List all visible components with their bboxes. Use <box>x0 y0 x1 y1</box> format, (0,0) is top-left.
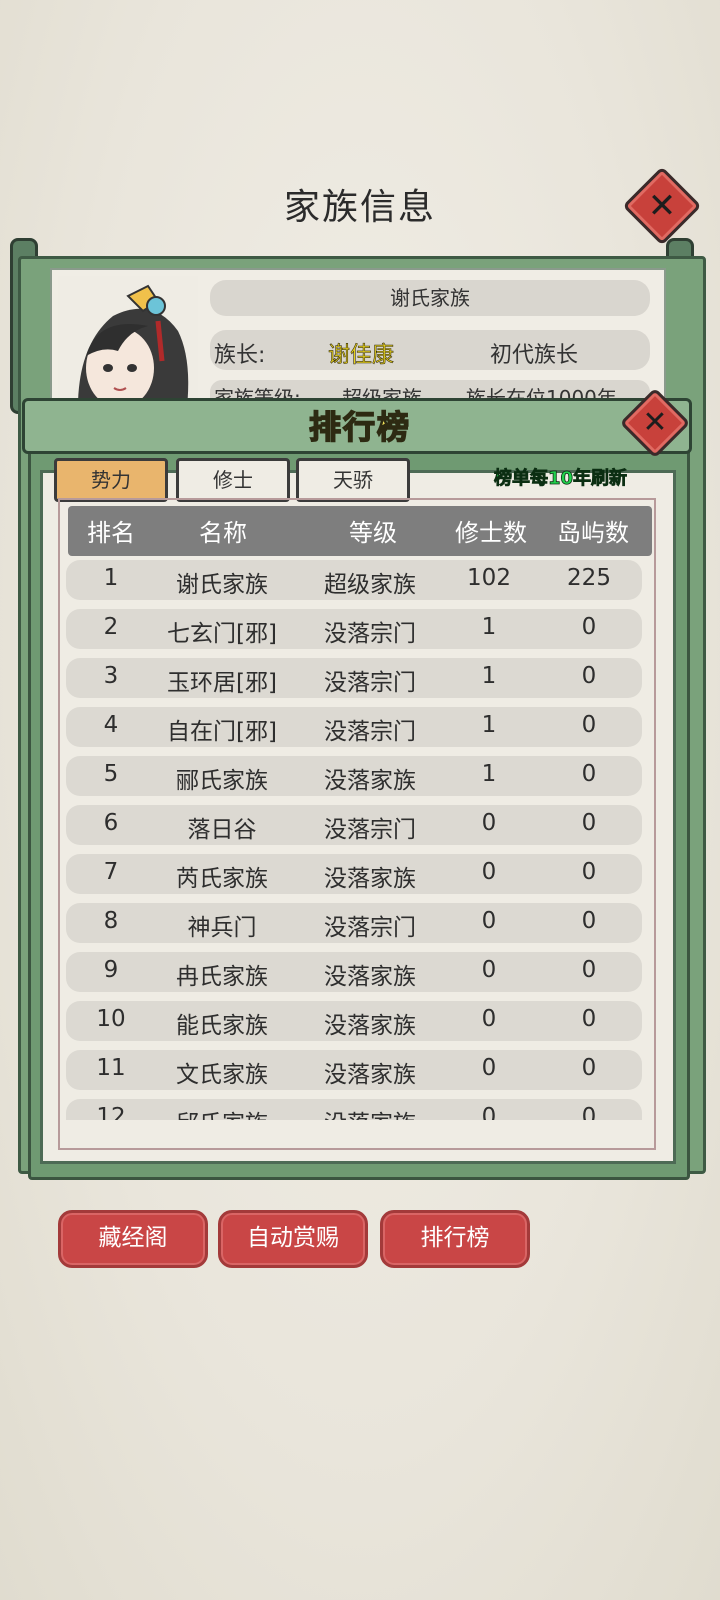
cell-islands: 0 <box>581 663 597 689</box>
cell-rank: 3 <box>103 663 119 689</box>
cell-rank: 12 <box>96 1104 126 1120</box>
cell-level: 没落家族 <box>324 964 416 990</box>
cell-name: 郦氏家族 <box>176 768 268 794</box>
tab-cultivators[interactable]: 修士 <box>176 458 290 502</box>
cell-cultivators: 0 <box>481 1055 497 1081</box>
cell-rank: 9 <box>103 957 119 983</box>
ranking-rows[interactable]: 1 谢氏家族 超级家族 102 225 2 七玄门[邪] 没落宗门 1 0 3 玉环居[邪] 没落宗门 1… <box>66 560 652 1120</box>
close-icon: ✕ <box>642 405 668 440</box>
cell-rank: 1 <box>103 565 119 591</box>
cell-cultivators: 1 <box>481 614 497 640</box>
leader-avatar <box>58 276 198 416</box>
cell-islands: 0 <box>581 614 597 640</box>
column-header: 修士数 <box>455 519 527 547</box>
cell-name: 邱氏家族 <box>162 1104 282 1120</box>
column-header: 等级 <box>349 519 397 547</box>
cell-level: 没落家族 <box>324 1013 416 1039</box>
tab-prodigies[interactable]: 天骄 <box>296 458 410 502</box>
cell-rank: 8 <box>103 908 119 934</box>
cell-islands: 0 <box>581 712 597 738</box>
cell-islands: 0 <box>581 810 597 836</box>
table-row[interactable]: 12 邱氏家族 没落家族 0 0 <box>66 1099 642 1120</box>
cell-level: 没落宗门 <box>324 817 416 843</box>
leader-name: 谢佳康 <box>328 343 395 369</box>
cell-cultivators: 1 <box>481 761 497 787</box>
cell-cultivators: 0 <box>481 1006 497 1032</box>
leader-title: 初代族长 <box>490 343 579 368</box>
refresh-note: 榜单每10年刷新 <box>494 468 628 490</box>
cell-name: 神兵门 <box>187 915 257 941</box>
column-header: 岛屿数 <box>557 519 629 547</box>
table-row[interactable]: 2 七玄门[邪] 没落宗门 1 0 <box>66 609 642 649</box>
library-button[interactable]: 藏经阁 <box>58 1210 208 1268</box>
cell-rank: 5 <box>103 761 119 787</box>
cell-cultivators: 0 <box>481 810 497 836</box>
cell-islands: 0 <box>581 1104 597 1120</box>
auto-reward-button[interactable]: 自动赏赐 <box>218 1210 368 1268</box>
cell-name: 玉环居[邪] <box>167 670 277 696</box>
cell-islands: 0 <box>581 1006 597 1032</box>
column-header: 名称 <box>199 519 247 547</box>
cell-cultivators: 0 <box>481 1104 497 1120</box>
close-icon: ✕ <box>647 186 677 226</box>
leader-label: 族长: <box>214 343 266 368</box>
cell-name: 冉氏家族 <box>176 964 268 990</box>
cell-level: 没落宗门 <box>324 621 416 647</box>
cell-level: 超级家族 <box>324 572 416 598</box>
cell-islands: 0 <box>581 908 597 934</box>
cell-cultivators: 1 <box>481 663 497 689</box>
cell-name: 七玄门[邪] <box>167 621 277 647</box>
family-name: 谢氏家族 <box>210 280 650 316</box>
cell-level: 没落家族 <box>310 1104 430 1120</box>
cell-rank: 11 <box>96 1055 126 1081</box>
cell-cultivators: 0 <box>481 859 497 885</box>
table-row[interactable]: 3 玉环居[邪] 没落宗门 1 0 <box>66 658 642 698</box>
cell-level: 没落家族 <box>324 1062 416 1088</box>
cell-name: 谢氏家族 <box>176 572 268 598</box>
cell-level: 没落家族 <box>324 866 416 892</box>
cell-islands: 0 <box>581 859 597 885</box>
cell-level: 没落宗门 <box>324 915 416 941</box>
cell-islands: 0 <box>581 761 597 787</box>
cell-islands: 0 <box>581 957 597 983</box>
cell-cultivators: 1 <box>481 712 497 738</box>
ranking-title: 排行榜 <box>308 407 411 447</box>
cell-islands: 0 <box>581 1055 597 1081</box>
tab-power[interactable]: 势力 <box>54 458 168 502</box>
cell-rank: 2 <box>103 614 119 640</box>
table-row[interactable]: 11 文氏家族 没落家族 0 0 <box>66 1050 642 1090</box>
ranking-button[interactable]: 排行榜 <box>380 1210 530 1268</box>
table-row[interactable]: 10 能氏家族 没落家族 0 0 <box>66 1001 642 1041</box>
table-row[interactable]: 5 郦氏家族 没落家族 1 0 <box>66 756 642 796</box>
leader-info-bar: 族长: 谢佳康 初代族长 <box>210 330 650 370</box>
cell-rank: 7 <box>103 859 119 885</box>
cell-name: 芮氏家族 <box>176 866 268 892</box>
cell-cultivators: 102 <box>467 565 511 591</box>
cell-name: 落日谷 <box>187 817 257 843</box>
page-title: 家族信息 <box>283 187 436 228</box>
cell-level: 没落宗门 <box>324 719 416 745</box>
table-row[interactable]: 7 芮氏家族 没落家族 0 0 <box>66 854 642 894</box>
cell-level: 没落家族 <box>324 768 416 794</box>
table-row[interactable]: 1 谢氏家族 超级家族 102 225 <box>66 560 642 600</box>
cell-level: 没落宗门 <box>324 670 416 696</box>
cell-cultivators: 0 <box>481 908 497 934</box>
table-row[interactable]: 6 落日谷 没落宗门 0 0 <box>66 805 642 845</box>
cell-cultivators: 0 <box>481 957 497 983</box>
cell-name: 自在门[邪] <box>167 719 277 745</box>
cell-name: 文氏家族 <box>176 1062 268 1088</box>
cell-islands: 225 <box>567 565 611 591</box>
table-header: 排名 名称 等级 修士数 岛屿数 <box>68 506 652 556</box>
cell-rank: 10 <box>96 1006 126 1032</box>
cell-rank: 4 <box>103 712 119 738</box>
cell-name: 能氏家族 <box>176 1013 268 1039</box>
table-row[interactable]: 9 冉氏家族 没落家族 0 0 <box>66 952 642 992</box>
column-header: 排名 <box>87 519 135 547</box>
table-row[interactable]: 4 自在门[邪] 没落宗门 1 0 <box>66 707 642 747</box>
table-row[interactable]: 8 神兵门 没落宗门 0 0 <box>66 903 642 943</box>
cell-rank: 6 <box>103 810 119 836</box>
